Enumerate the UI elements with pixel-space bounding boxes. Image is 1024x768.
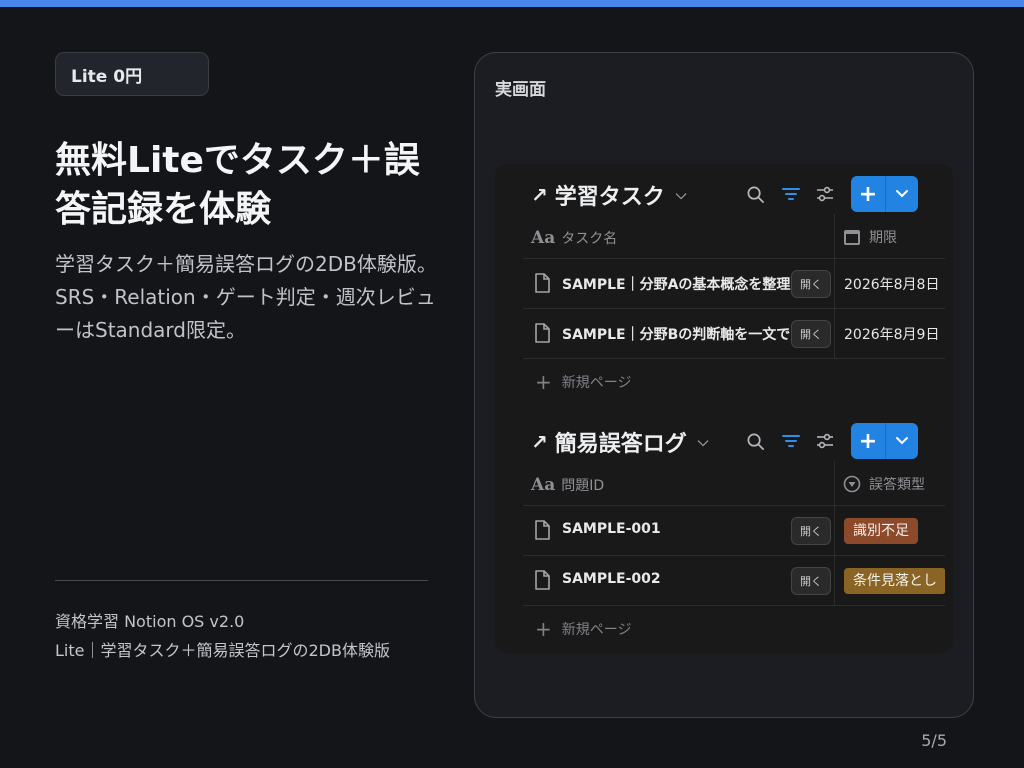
search-icon[interactable] [743,429,767,453]
description-line: 学習タスク＋簡易誤答ログの2DB体験版。 [55,252,437,276]
plus-icon[interactable]: + [851,423,886,459]
select-tag: 条件見落とし [844,568,945,594]
description-line: SRS・Relation・ゲート判定・週次レビューはStandard限定。 [55,285,436,342]
database-header: ↗ 学習タスク ⌵ + [523,176,945,214]
open-button[interactable]: 開く [791,270,831,298]
select-property-icon [843,475,861,493]
database-study-tasks: ↗ 学習タスク ⌵ + Aa タスク名 期限 SAMPLE｜分野Aの基本概念を整… [523,176,945,405]
database-mistake-log: ↗ 簡易誤答ログ ⌵ + Aa 問題ID 誤答類型 SAMPLE-001 開く … [523,423,945,652]
sliders-icon[interactable] [813,429,837,453]
column-divider [834,506,835,555]
row-title: SAMPLE-001 [562,521,661,537]
chevron-down-icon[interactable] [886,176,918,212]
search-icon[interactable] [743,182,767,206]
open-button[interactable]: 開く [791,517,831,545]
footer-divider [55,580,428,581]
page-icon [535,273,550,293]
chevron-down-icon[interactable]: ⌵ [676,187,687,203]
column-header-mistake-type[interactable]: 誤答類型 [843,474,925,494]
column-header-row: Aa 問題ID 誤答類型 [523,461,945,506]
row-title: SAMPLE｜分野Aの基本概念を整理 [562,277,791,293]
column-header-question-id[interactable]: Aa 問題ID [531,475,604,495]
database-title: 簡易誤答ログ [554,432,687,457]
linked-arrow-icon: ↗ [531,430,548,454]
database-title-link[interactable]: ↗ 簡易誤答ログ ⌵ [531,425,708,459]
frame-label: 実画面 [495,80,546,100]
row-mistake-type[interactable]: 識別不足 [844,518,945,546]
page-description: 学習タスク＋簡易誤答ログの2DB体験版。 SRS・Relation・ゲート判定・… [55,248,455,347]
column-header-name[interactable]: Aa タスク名 [531,228,617,248]
plus-icon: + [535,370,552,394]
table-row[interactable]: SAMPLE-002 開く 条件見落とし [523,556,945,606]
database-title: 学習タスク [554,185,665,210]
column-divider [834,309,835,358]
screenshot-frame: 実画面 ↗ 学習タスク ⌵ + Aa タスク名 期限 SAMPLE｜分野Aの基本… [474,52,974,718]
row-due-date[interactable]: 2026年8月9日 [844,324,939,344]
sliders-icon[interactable] [813,182,837,206]
footer-product: 資格学習 Notion OS v2.0 [55,612,245,631]
calendar-icon [844,230,860,245]
linked-arrow-icon: ↗ [531,183,548,207]
open-button[interactable]: 開く [791,567,831,595]
column-divider [834,259,835,308]
new-page-button[interactable]: + 新規ページ [523,606,945,652]
chevron-down-icon[interactable]: ⌵ [698,434,709,450]
filter-icon[interactable] [779,182,803,206]
text-property-icon: Aa [531,475,556,495]
row-title: SAMPLE｜分野Bの判断軸を一文で [562,327,791,343]
plus-icon[interactable]: + [851,176,886,212]
table-row[interactable]: SAMPLE｜分野Bの判断軸を一文で 開く 2026年8月9日 [523,309,945,359]
new-entry-button[interactable]: + [851,176,918,212]
page-icon [535,520,550,540]
database-header: ↗ 簡易誤答ログ ⌵ + [523,423,945,461]
open-button[interactable]: 開く [791,320,831,348]
plus-icon: + [535,617,552,641]
row-mistake-type[interactable]: 条件見落とし [844,568,945,596]
table-row[interactable]: SAMPLE-001 開く 識別不足 [523,506,945,556]
notion-page: ↗ 学習タスク ⌵ + Aa タスク名 期限 SAMPLE｜分野Aの基本概念を整… [495,164,953,653]
row-due-date[interactable]: 2026年8月8日 [844,274,939,294]
top-accent-bar [0,0,1024,7]
page-icon [535,323,550,343]
plan-badge: Lite 0円 [55,52,209,96]
column-divider [834,214,835,258]
new-page-button[interactable]: + 新規ページ [523,359,945,405]
filter-icon[interactable] [779,429,803,453]
text-property-icon: Aa [531,228,556,248]
row-title: SAMPLE-002 [562,571,661,587]
column-header-due[interactable]: 期限 [843,227,897,247]
column-header-row: Aa タスク名 期限 [523,214,945,259]
footer-edition: Lite｜学習タスク＋簡易誤答ログの2DB体験版 [55,641,390,660]
page-title: 無料Liteでタスク＋誤答記録を体験 [55,140,420,230]
table-row[interactable]: SAMPLE｜分野Aの基本概念を整理 開く 2026年8月8日 [523,259,945,309]
chevron-down-icon[interactable] [886,423,918,459]
select-tag: 識別不足 [844,518,918,544]
column-divider [834,461,835,505]
page-icon [535,570,550,590]
page-number: 5/5 [921,731,947,750]
column-divider [834,556,835,605]
database-title-link[interactable]: ↗ 学習タスク ⌵ [531,178,686,212]
new-entry-button[interactable]: + [851,423,918,459]
